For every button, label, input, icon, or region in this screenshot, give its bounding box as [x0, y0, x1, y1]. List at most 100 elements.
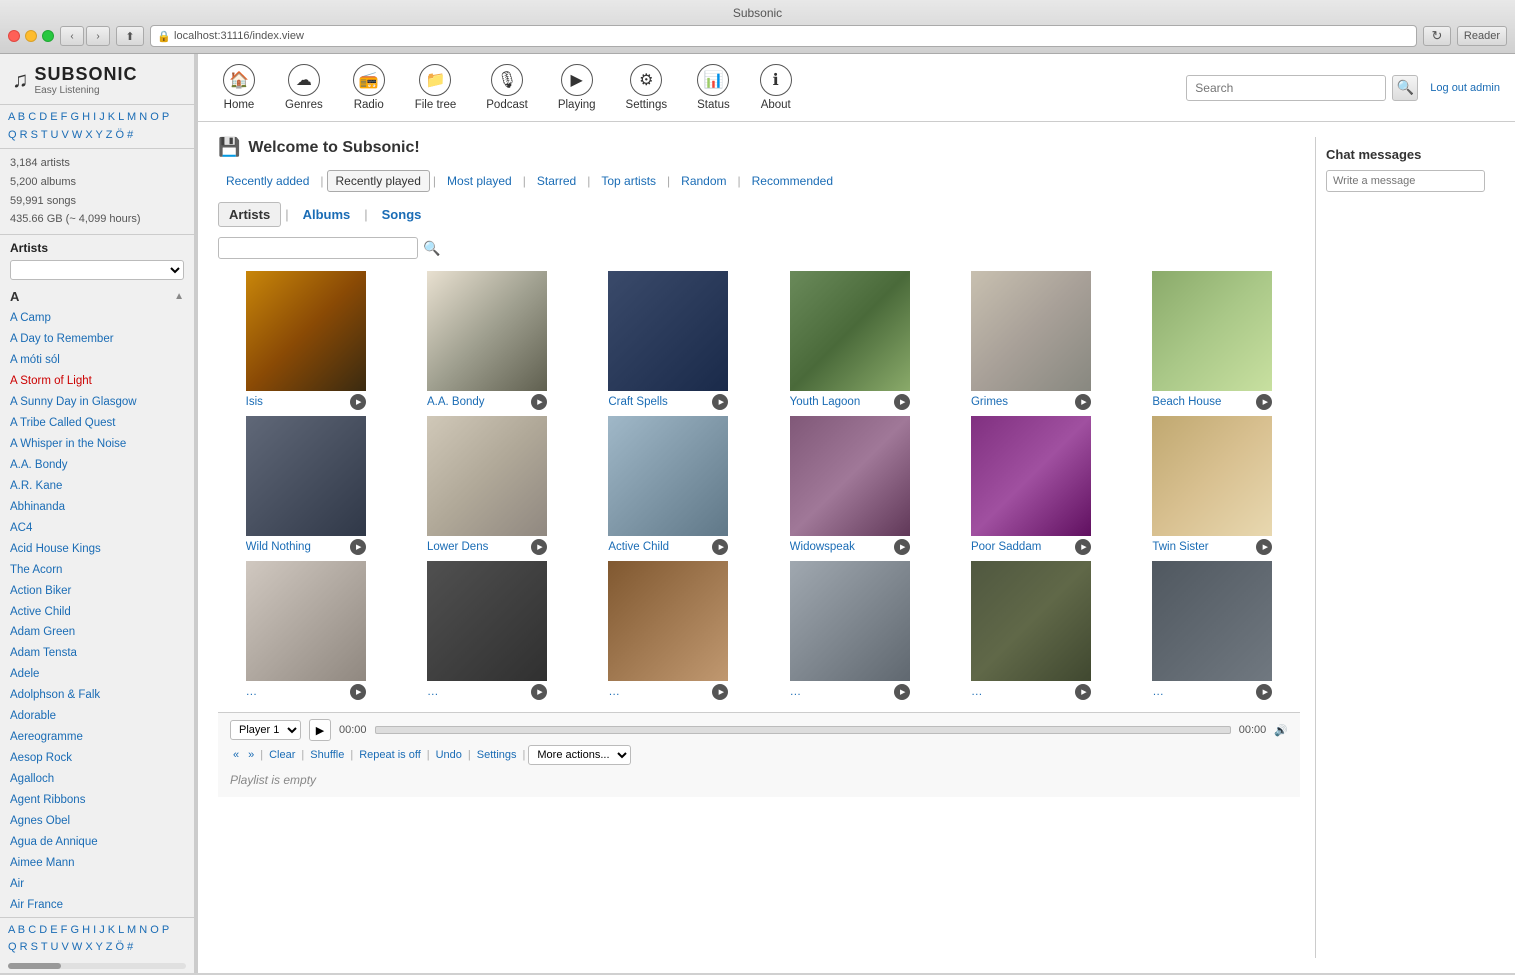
play-r3b[interactable]	[531, 684, 547, 700]
search-input[interactable]	[1186, 75, 1386, 101]
content-search-input[interactable]	[218, 237, 418, 259]
filter-starred[interactable]: Starred	[529, 171, 584, 191]
artist-name-beach[interactable]: Beach House	[1152, 396, 1253, 408]
artist-name-r3a[interactable]: …	[246, 686, 347, 698]
nav-item-status[interactable]: 📊 Status	[687, 62, 740, 113]
artist-card-r3b[interactable]: …	[399, 561, 574, 700]
artist-card-active[interactable]: Active Child	[581, 416, 756, 555]
player-next-button[interactable]: »	[245, 749, 257, 761]
nav-item-about[interactable]: ℹ About	[750, 62, 802, 113]
artist-link[interactable]: Adorable	[5, 706, 189, 727]
content-search-button[interactable]: 🔍	[423, 240, 440, 257]
play-twin[interactable]	[1256, 539, 1272, 555]
artist-name-lower[interactable]: Lower Dens	[427, 541, 528, 553]
artist-link[interactable]: Agnes Obel	[5, 811, 189, 832]
player-progress-bar[interactable]	[375, 726, 1231, 734]
artist-card-poor[interactable]: Poor Saddam	[943, 416, 1118, 555]
artist-name-wild[interactable]: Wild Nothing	[246, 541, 347, 553]
artist-link[interactable]: Agent Ribbons	[5, 790, 189, 811]
close-dot[interactable]	[8, 30, 20, 42]
section-toggle[interactable]: ▲	[174, 291, 184, 302]
filter-recommended[interactable]: Recommended	[744, 171, 841, 191]
play-isis[interactable]	[350, 394, 366, 410]
artist-link[interactable]: AC4	[5, 518, 189, 539]
maximize-dot[interactable]	[42, 30, 54, 42]
artist-link[interactable]: Air	[5, 874, 189, 895]
forward-button[interactable]: ›	[86, 26, 110, 46]
share-button[interactable]: ⬆	[116, 26, 144, 46]
artist-name-active[interactable]: Active Child	[608, 541, 709, 553]
artist-link[interactable]: A móti sól	[5, 350, 189, 371]
filter-most-played[interactable]: Most played	[439, 171, 520, 191]
artist-name-youth[interactable]: Youth Lagoon	[790, 396, 891, 408]
sidebar-scrollbar-thumb[interactable]	[8, 963, 61, 969]
artists-dropdown[interactable]	[10, 260, 184, 280]
nav-item-home[interactable]: 🏠 Home	[213, 62, 265, 113]
artist-link[interactable]: Adam Tensta	[5, 643, 189, 664]
artist-link[interactable]: The Acorn	[5, 560, 189, 581]
artist-name-twin[interactable]: Twin Sister	[1152, 541, 1253, 553]
artist-link[interactable]: Agalloch	[5, 769, 189, 790]
artist-link[interactable]: Agua de Annique	[5, 832, 189, 853]
artist-link[interactable]: Acid House Kings	[5, 539, 189, 560]
filter-random[interactable]: Random	[673, 171, 734, 191]
artist-link[interactable]: Adolphson & Falk	[5, 685, 189, 706]
artist-name-craft[interactable]: Craft Spells	[608, 396, 709, 408]
artist-link[interactable]: A Day to Remember	[5, 329, 189, 350]
artist-card-r3a[interactable]: …	[218, 561, 393, 700]
tab-songs[interactable]: Songs	[372, 203, 432, 226]
artist-name-widow[interactable]: Widowspeak	[790, 541, 891, 553]
play-bondy[interactable]	[531, 394, 547, 410]
play-craft[interactable]	[712, 394, 728, 410]
address-bar[interactable]: 🔒 localhost:31116/index.view	[150, 25, 1417, 47]
artist-name-r3d[interactable]: …	[790, 686, 891, 698]
player-play-button[interactable]: ▶	[309, 719, 331, 741]
artist-card-beach[interactable]: Beach House	[1125, 271, 1300, 410]
artist-link[interactable]: Air France	[5, 895, 189, 916]
play-r3f[interactable]	[1256, 684, 1272, 700]
artist-link[interactable]: A Storm of Light	[5, 371, 189, 392]
artist-link[interactable]: Active Child	[5, 602, 189, 623]
filter-top-artists[interactable]: Top artists	[593, 171, 664, 191]
play-lower[interactable]	[531, 539, 547, 555]
artist-name-bondy[interactable]: A.A. Bondy	[427, 396, 528, 408]
artist-card-r3e[interactable]: …	[943, 561, 1118, 700]
player-settings-button[interactable]: Settings	[474, 749, 520, 761]
artist-link[interactable]: A Tribe Called Quest	[5, 413, 189, 434]
nav-item-radio[interactable]: 📻 Radio	[343, 62, 395, 113]
nav-item-podcast[interactable]: 🎙 Podcast	[476, 62, 538, 113]
player-undo-button[interactable]: Undo	[433, 749, 465, 761]
artist-name-r3f[interactable]: …	[1152, 686, 1253, 698]
nav-item-settings[interactable]: ⚙ Settings	[616, 62, 678, 113]
artist-card-wild[interactable]: Wild Nothing	[218, 416, 393, 555]
artist-card-youth[interactable]: Youth Lagoon	[762, 271, 937, 410]
artist-card-r3d[interactable]: …	[762, 561, 937, 700]
artist-link[interactable]: Aesop Rock	[5, 748, 189, 769]
player-repeat-button[interactable]: Repeat is off	[356, 749, 424, 761]
artist-name-grimes[interactable]: Grimes	[971, 396, 1072, 408]
tab-albums[interactable]: Albums	[293, 203, 361, 226]
artist-link[interactable]: A Sunny Day in Glasgow	[5, 392, 189, 413]
sidebar-scrollbar[interactable]	[8, 963, 186, 969]
play-r3e[interactable]	[1075, 684, 1091, 700]
artist-card-grimes[interactable]: Grimes	[943, 271, 1118, 410]
play-grimes[interactable]	[1075, 394, 1091, 410]
artist-link[interactable]: Action Biker	[5, 581, 189, 602]
artist-name-isis[interactable]: Isis	[246, 396, 347, 408]
nav-item-filetree[interactable]: 📁 File tree	[405, 62, 467, 113]
artist-link[interactable]: Aimee Mann	[5, 853, 189, 874]
play-r3a[interactable]	[350, 684, 366, 700]
tab-artists[interactable]: Artists	[218, 202, 281, 227]
artist-card-widow[interactable]: Widowspeak	[762, 416, 937, 555]
reload-button[interactable]: ↻	[1423, 26, 1451, 46]
play-r3c[interactable]	[712, 684, 728, 700]
artist-name-r3c[interactable]: …	[608, 686, 709, 698]
back-button[interactable]: ‹	[60, 26, 84, 46]
artist-link[interactable]: A Camp	[5, 308, 189, 329]
play-r3d[interactable]	[894, 684, 910, 700]
filter-recently-added[interactable]: Recently added	[218, 171, 317, 191]
filter-recently-played[interactable]: Recently played	[327, 170, 430, 192]
play-youth[interactable]	[894, 394, 910, 410]
artist-link[interactable]: A Whisper in the Noise	[5, 434, 189, 455]
minimize-dot[interactable]	[25, 30, 37, 42]
